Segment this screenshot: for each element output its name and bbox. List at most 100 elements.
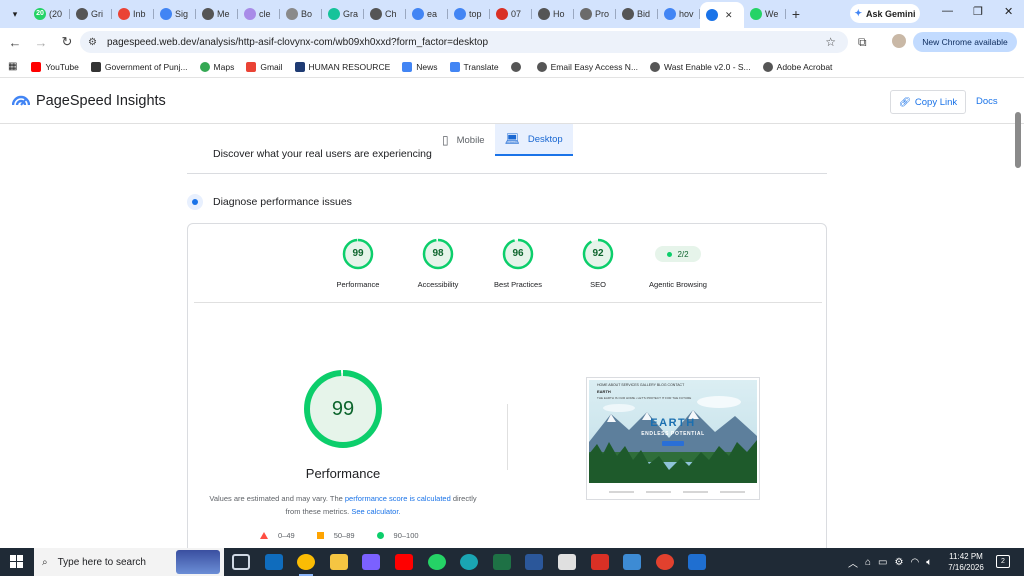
page-screenshot[interactable]: HOME ABOUT SERVICES GALLERY BLOG CONTACT…	[586, 377, 760, 500]
grammarly-icon	[328, 8, 340, 20]
browser-tab[interactable]: ✕	[700, 2, 744, 28]
ask-gemini-button[interactable]: ✦ Ask Gemini	[850, 4, 920, 23]
close-tab-icon[interactable]: ✕	[725, 10, 733, 21]
pdf-icon[interactable]	[590, 554, 609, 570]
acrobat-icon[interactable]	[557, 554, 576, 570]
battery-icon[interactable]: ▭	[878, 557, 887, 568]
bookmark-item[interactable]	[510, 61, 525, 72]
globe-icon	[536, 61, 547, 72]
tray-chevron-icon[interactable]: ︿	[848, 555, 858, 570]
agentic-browsing-gauge[interactable]: 2/2 Agentic Browsing	[638, 238, 718, 289]
bookmark-item[interactable]: Adobe Acrobat	[762, 61, 832, 72]
bookmark-item[interactable]: Translate	[449, 61, 499, 72]
bookmark-item[interactable]: Email Easy Access N...	[536, 61, 638, 72]
profile-avatar[interactable]	[892, 34, 906, 48]
bookmark-item[interactable]: HUMAN RESOURCE	[294, 61, 390, 72]
bookmark-item[interactable]: Government of Punj...	[90, 61, 188, 72]
browser-tab[interactable]: Ho	[532, 3, 574, 25]
copilot-icon[interactable]	[362, 554, 381, 570]
tab-search-button[interactable]: ▾	[4, 3, 26, 25]
network-icon[interactable]: ⌂	[865, 557, 871, 568]
score-gauge[interactable]: 99 Performance	[318, 238, 398, 289]
performance-big-gauge: 99	[303, 369, 383, 449]
edge-icon[interactable]	[460, 554, 479, 570]
chrome-icon[interactable]	[297, 554, 316, 576]
tab-label: Bo	[301, 9, 313, 19]
tab-desktop[interactable]: 💻︎ Desktop	[494, 124, 573, 156]
bookmark-item[interactable]: Maps	[199, 61, 234, 72]
close-window-icon[interactable]: ✕	[1004, 5, 1013, 18]
browser-tab[interactable]: Sig	[154, 3, 196, 25]
chatgpt-icon	[76, 8, 88, 20]
form-factor-tabs: ▯ Mobile 💻︎ Desktop	[432, 124, 573, 156]
word-icon[interactable]	[525, 554, 544, 570]
windows-start-icon[interactable]	[10, 555, 24, 569]
new-chrome-available-button[interactable]: New Chrome available	[913, 32, 1017, 52]
remote-icon[interactable]	[688, 554, 707, 570]
bookmark-item[interactable]: YouTube	[31, 61, 79, 72]
back-icon[interactable]: ←	[4, 35, 26, 50]
bookmark-item[interactable]: Wast Enable v2.0 - S...	[650, 61, 751, 72]
category-gauges: 99 Performance 98 Accessibility 96 Best Pract…	[318, 238, 718, 289]
media-icon[interactable]	[655, 554, 674, 570]
task-view-icon[interactable]	[232, 554, 250, 570]
browser-tab[interactable]: Gri	[70, 3, 112, 25]
score-ring: 96	[502, 238, 534, 270]
browser-tab[interactable]: cle	[238, 3, 280, 25]
search-highlight-image[interactable]	[176, 550, 220, 574]
outlook-icon[interactable]	[264, 554, 283, 570]
volume-icon[interactable]: 🔈︎	[926, 557, 932, 568]
site-info-icon[interactable]: ⚙	[88, 37, 97, 48]
notification-center-icon[interactable]: 2	[996, 555, 1010, 568]
system-tray: ︿ ⌂ ▭ ⚙ ◠ 🔈︎	[848, 548, 939, 576]
extensions-icon[interactable]: ⧉	[858, 35, 867, 50]
browser-tab[interactable]: Bid	[616, 3, 658, 25]
browser-tab[interactable]: Inb	[112, 3, 154, 25]
browser-tab[interactable]: Pro	[574, 3, 616, 25]
settings-tray-icon[interactable]: ⚙	[895, 557, 904, 568]
reload-icon[interactable]: ↻	[56, 34, 78, 50]
minimize-icon[interactable]: —	[942, 5, 953, 17]
globe-icon	[580, 8, 592, 20]
youtube-icon[interactable]	[394, 554, 413, 570]
scrollbar-thumb[interactable]	[1015, 112, 1021, 168]
browser-tab[interactable]: 07	[490, 3, 532, 25]
excel-icon[interactable]	[492, 554, 511, 570]
browser-tab[interactable]: ea	[406, 3, 448, 25]
score-gauge[interactable]: 98 Accessibility	[398, 238, 478, 289]
browser-tab[interactable]: Bo	[280, 3, 322, 25]
diagnose-title: Diagnose performance issues	[213, 196, 352, 208]
forward-icon[interactable]: →	[30, 35, 52, 50]
bookmark-item[interactable]: Gmail	[246, 61, 283, 72]
bookmark-star-icon[interactable]: ☆	[825, 35, 836, 49]
vertical-separator	[507, 404, 508, 470]
taskbar-clock[interactable]: 11:42 PM 7/16/2026	[946, 551, 986, 573]
browser-tab[interactable]: 20 (20	[28, 3, 70, 25]
tab-strip: ▾ 20 (20 Gri Inb Sig Me cle Bo Gra Ch ea top 07 Ho Pro…	[0, 0, 1024, 28]
browser-tab[interactable]: top	[448, 3, 490, 25]
apps-grid-icon[interactable]: ▦	[8, 61, 17, 72]
performance-score-calculated-link[interactable]: performance score is calculated	[345, 494, 451, 503]
copy-link-button[interactable]: 🔗︎ Copy Link	[890, 90, 966, 114]
browser-tab[interactable]: Ch	[364, 3, 406, 25]
browser-toolbar: ← → ↻ ⚙ pagespeed.web.dev/analysis/http-…	[0, 28, 1024, 56]
browser-tab[interactable]: hov	[658, 3, 700, 25]
address-bar[interactable]: ⚙ pagespeed.web.dev/analysis/http-asif-c…	[80, 31, 848, 53]
docs-link[interactable]: Docs	[976, 96, 998, 107]
bookmark-item[interactable]: News	[402, 61, 438, 72]
whatsapp-icon[interactable]	[427, 554, 446, 570]
restore-icon[interactable]: ❐	[973, 5, 983, 18]
new-tab-button[interactable]: +	[786, 6, 806, 22]
browser-tab[interactable]: We	[744, 3, 786, 25]
file-explorer-icon[interactable]	[329, 554, 348, 570]
wifi-icon[interactable]: ◠	[910, 557, 919, 568]
bookmark-label: Translate	[463, 61, 499, 72]
photos-icon[interactable]	[623, 554, 642, 570]
browser-tab[interactable]: Me	[196, 3, 238, 25]
score-label: Best Practices	[494, 280, 542, 289]
score-gauge[interactable]: 92 SEO	[558, 238, 638, 289]
see-calculator-link[interactable]: See calculator.	[351, 507, 400, 516]
tab-mobile[interactable]: ▯ Mobile	[432, 124, 495, 156]
browser-tab[interactable]: Gra	[322, 3, 364, 25]
score-gauge[interactable]: 96 Best Practices	[478, 238, 558, 289]
